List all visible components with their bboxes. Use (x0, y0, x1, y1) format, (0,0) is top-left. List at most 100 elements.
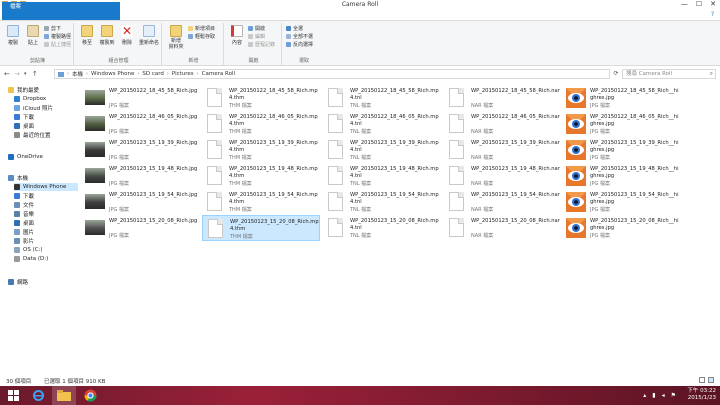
file-item[interactable]: WP_20150123_15_19_54_Rich.jpg JPG 檔案 (82, 189, 200, 215)
select-none-button[interactable]: 全部不選 (286, 33, 313, 40)
back-button[interactable]: ← (4, 70, 10, 78)
nav-item-icon (14, 132, 20, 138)
easy-access-button[interactable]: 輕鬆存取 (188, 33, 215, 40)
file-item[interactable]: WP_20150123_15_19_54_Rich.mp4.tnl TNL 檔案 (323, 189, 441, 215)
internet-explorer-button[interactable] (26, 386, 50, 405)
file-item[interactable]: WP_20150123_15_20_08_Rich__highres.jpg JP… (563, 215, 681, 241)
file-name: WP_20150123_15_19_54_Rich__highres.jpg (590, 192, 679, 205)
file-item[interactable]: WP_20150122_18_46_05_Rich.mp4.thm THM 檔案 (202, 111, 320, 137)
nav-item[interactable]: 圖片 (14, 228, 78, 236)
delete-button[interactable]: ✕ 刪除 (118, 25, 136, 46)
file-item[interactable]: WP_20150123_15_20_08_Rich.nar NAR 檔案 (444, 215, 562, 241)
file-name: WP_20150123_15_19_54_Rich.jpg (109, 192, 198, 198)
address-bar[interactable]: › 本機 › Windows Phone › SD card › Picture… (54, 69, 610, 79)
select-all-button[interactable]: 全選 (286, 25, 303, 32)
network-icon[interactable]: ▮ (652, 392, 655, 399)
nav-item[interactable]: 下載 (14, 113, 78, 121)
file-item[interactable]: WP_20150123_15_19_39_Rich.nar NAR 檔案 (444, 137, 562, 163)
breadcrumb-pictures[interactable]: Pictures (172, 71, 194, 77)
nav-item[interactable]: 網路 (8, 278, 78, 286)
nav-item[interactable]: 最近的位置 (14, 131, 78, 139)
edit-button[interactable]: 編輯 (248, 33, 265, 40)
cut-button[interactable]: 剪下 (44, 25, 61, 32)
nav-item-icon (14, 229, 20, 235)
paste-shortcut-button[interactable]: 貼上捷徑 (44, 41, 71, 48)
volume-icon[interactable]: ◂ (662, 392, 665, 399)
nav-item[interactable]: Data (D:) (14, 255, 78, 263)
copy-to-button[interactable]: 複製到 (98, 25, 116, 46)
file-item[interactable]: WP_20150122_18_45_58_Rich__highres.jpg JP… (563, 85, 681, 111)
chrome-button[interactable] (78, 386, 102, 405)
file-explorer-button[interactable] (52, 386, 76, 405)
file-item[interactable]: WP_20150122_18_45_58_Rich.mp4.thm THM 檔案 (202, 85, 320, 111)
recent-chevron-icon[interactable]: ▾ (24, 70, 27, 78)
start-button[interactable] (2, 386, 24, 405)
taskbar-clock[interactable]: 下午 03:22 2015/1/23 (687, 388, 716, 402)
rename-button[interactable]: 重新命名 (138, 25, 160, 46)
new-item-button[interactable]: 新增項目 (188, 25, 215, 32)
nav-item[interactable]: iCloud 照片 (14, 104, 78, 112)
nav-item[interactable]: OS (C:) (14, 246, 78, 254)
file-item[interactable]: WP_20150123_15_19_48_Rich.mp4.thm THM 檔案 (202, 163, 320, 189)
file-item[interactable]: WP_20150123_15_19_48_Rich__highres.jpg JP… (563, 163, 681, 189)
nav-item[interactable]: Dropbox (14, 95, 78, 103)
address-row: ← → ▾ ↑ › 本機 › Windows Phone › SD card ›… (0, 68, 720, 80)
file-item[interactable]: WP_20150123_15_20_08_Rich.jpg JPG 檔案 (82, 215, 200, 241)
new-folder-button[interactable]: 新增 資料夾 (166, 25, 186, 50)
action-center-icon[interactable]: ⚑ (671, 392, 676, 399)
nav-item[interactable]: 音樂 (14, 210, 78, 218)
nav-item[interactable]: OneDrive (8, 153, 78, 161)
file-item[interactable]: WP_20150123_15_20_08_Rich.mp4.thm THM 檔案 (202, 215, 320, 241)
file-item[interactable]: WP_20150122_18_46_05_Rich.nar NAR 檔案 (444, 111, 562, 137)
file-item[interactable]: WP_20150123_15_19_54_Rich__highres.jpg JP… (563, 189, 681, 215)
file-item[interactable]: WP_20150123_15_19_39_Rich__highres.jpg JP… (563, 137, 681, 163)
nav-item[interactable]: 本機 (8, 174, 78, 182)
file-item[interactable]: WP_20150123_15_19_39_Rich.mp4.tnl TNL 檔案 (323, 137, 441, 163)
tiles-view-icon[interactable] (708, 377, 714, 383)
breadcrumb-camera-roll[interactable]: Camera Roll (202, 71, 235, 77)
file-item[interactable]: WP_20150122_18_46_05_Rich.mp4.tnl TNL 檔案 (323, 111, 441, 137)
properties-button[interactable]: 內容 (228, 25, 246, 46)
nav-item[interactable]: 影片 (14, 237, 78, 245)
forward-button[interactable]: → (14, 70, 20, 78)
nav-item[interactable]: Windows Phone (14, 183, 78, 191)
nav-item[interactable]: 我的最愛 (8, 86, 78, 94)
nav-item[interactable]: 桌面 (14, 122, 78, 130)
file-item[interactable]: WP_20150123_15_19_48_Rich.nar NAR 檔案 (444, 163, 562, 189)
invert-selection-button[interactable]: 反向選擇 (286, 41, 313, 48)
copy-button[interactable]: 複製 (4, 25, 22, 46)
search-input[interactable]: 搜尋 Camera Roll ⌕ (622, 69, 716, 79)
minimize-button[interactable]: — (681, 0, 688, 8)
nav-item[interactable]: 文件 (14, 201, 78, 209)
file-item[interactable]: WP_20150122_18_45_58_Rich.jpg JPG 檔案 (82, 85, 200, 111)
file-item[interactable]: WP_20150122_18_45_58_Rich.nar NAR 檔案 (444, 85, 562, 111)
file-item[interactable]: WP_20150123_15_19_54_Rich.nar NAR 檔案 (444, 189, 562, 215)
breadcrumb-sd-card[interactable]: SD card (142, 71, 164, 77)
file-item[interactable]: WP_20150123_15_20_08_Rich.mp4.tnl TNL 檔案 (323, 215, 441, 241)
paste-button[interactable]: 貼上 (24, 25, 42, 46)
file-item[interactable]: WP_20150123_15_19_39_Rich.jpg JPG 檔案 (82, 137, 200, 163)
file-item[interactable]: WP_20150123_15_19_54_Rich.mp4.thm THM 檔案 (202, 189, 320, 215)
move-to-button[interactable]: 移至 (78, 25, 96, 46)
file-item[interactable]: WP_20150122_18_45_58_Rich.mp4.tnl TNL 檔案 (323, 85, 441, 111)
file-item[interactable]: WP_20150122_18_46_05_Rich__highres.jpg JP… (563, 111, 681, 137)
nav-item[interactable]: 下載 (14, 192, 78, 200)
breadcrumb-this-pc[interactable]: 本機 (72, 70, 83, 78)
copy-path-button[interactable]: 複製路徑 (44, 33, 71, 40)
breadcrumb-windows-phone[interactable]: Windows Phone (91, 71, 134, 77)
file-item[interactable]: WP_20150123_15_19_48_Rich.jpg JPG 檔案 (82, 163, 200, 189)
close-button[interactable]: ✕ (710, 0, 716, 8)
up-button[interactable]: ↑ (32, 70, 38, 78)
open-button[interactable]: 開啟 (248, 25, 265, 32)
file-item[interactable]: WP_20150122_18_46_05_Rich.jpg JPG 檔案 (82, 111, 200, 137)
history-button[interactable]: 歷程記錄 (248, 41, 275, 48)
file-item[interactable]: WP_20150123_15_19_39_Rich.mp4.thm THM 檔案 (202, 137, 320, 163)
show-hidden-icons-icon[interactable]: ▴ (643, 392, 646, 399)
help-icon[interactable]: ? (711, 11, 714, 18)
file-name: WP_20150123_15_20_08_Rich.jpg (109, 218, 198, 224)
nav-item[interactable]: 桌面 (14, 219, 78, 227)
file-item[interactable]: WP_20150123_15_19_48_Rich.mp4.tnl TNL 檔案 (323, 163, 441, 189)
details-view-icon[interactable] (699, 377, 705, 383)
refresh-button[interactable]: ⟳ (612, 69, 620, 79)
maximize-button[interactable]: ☐ (696, 0, 702, 8)
